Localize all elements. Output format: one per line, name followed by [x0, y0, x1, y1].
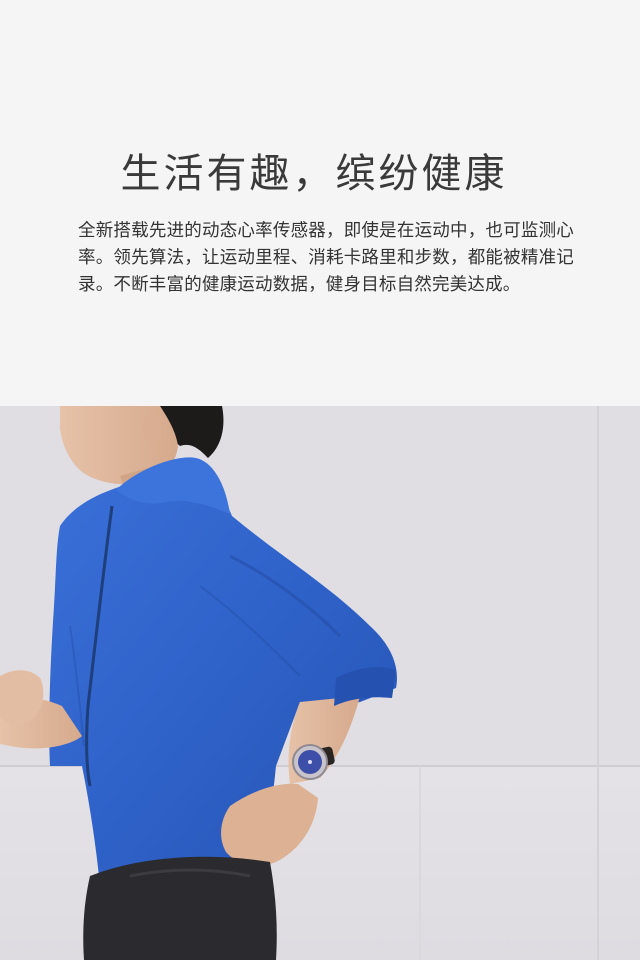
runner-illustration — [0, 406, 640, 960]
runner-pants — [83, 856, 277, 960]
watch-center — [308, 760, 312, 764]
hero-body-copy: 全新搭载先进的动态心率传感器，即使是在运动中，也可监测心率。领先算法，让运动里程… — [78, 221, 574, 295]
hero-text-panel: 生活有趣，缤纷健康 全新搭载先进的动态心率传感器，即使是在运动中，也可监测心率。… — [0, 0, 640, 406]
hero-headline: 生活有趣，缤纷健康 — [120, 151, 508, 197]
runner-photo — [0, 406, 640, 960]
runner-ear — [142, 414, 162, 442]
